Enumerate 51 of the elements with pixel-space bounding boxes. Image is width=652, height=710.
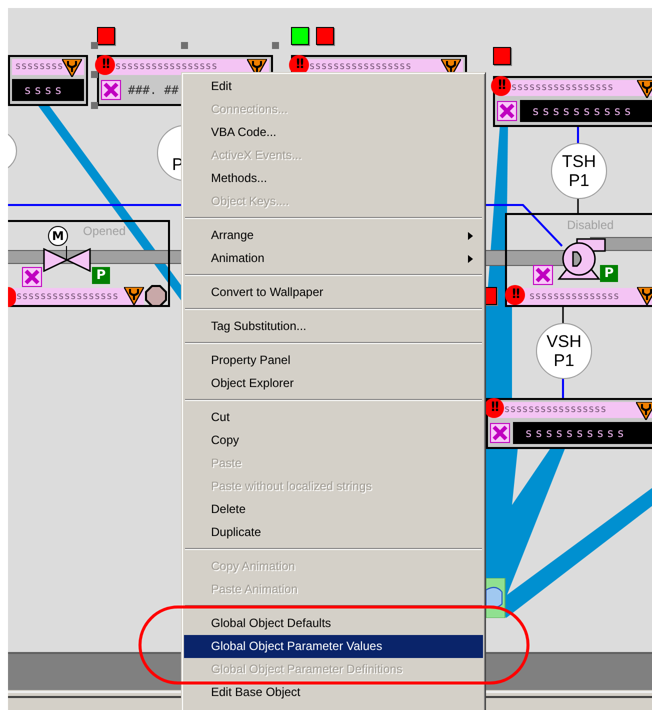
menu-item[interactable]: Methods... [184, 167, 483, 190]
selection-handle[interactable] [272, 42, 279, 49]
menu-item[interactable]: Arrange [184, 224, 483, 247]
tag-text: sssssssssssssssss [16, 291, 118, 302]
tag-text: sssssssssssssssss [115, 61, 218, 72]
motor-label: M [48, 226, 68, 246]
tag-text: sssssssssssssssss [504, 404, 606, 415]
menu-item[interactable]: Edit Base Object [184, 681, 483, 704]
alarm-badge: !! [484, 398, 504, 418]
menu-item[interactable]: Property Panel [184, 349, 483, 372]
valve-icon [43, 248, 91, 272]
instrument-label: P1 [568, 171, 590, 190]
tag-text: ssssssss [15, 61, 64, 72]
menu-item[interactable]: VBA Code... [184, 121, 483, 144]
alarm-badge: !! [95, 55, 115, 75]
instrument-label: VSH [546, 332, 582, 351]
cylinder-icon[interactable] [486, 578, 506, 618]
menu-item[interactable]: Copy [184, 429, 483, 452]
value-display: ###. ## [127, 82, 180, 99]
selection-handle[interactable] [91, 102, 98, 109]
p-label: P [600, 265, 618, 282]
menu-item[interactable]: Edit [184, 75, 483, 98]
status-label: Disabled [567, 218, 614, 232]
status-label: Opened [83, 224, 126, 238]
alarm-badge: !! [491, 76, 511, 96]
alarm-badge: !! [505, 285, 525, 305]
instrument-label: TSH [562, 152, 596, 171]
selection-handle[interactable] [181, 42, 188, 49]
menu-item[interactable]: Object Explorer [184, 372, 483, 395]
signal-line [562, 377, 564, 398]
p-label: P [92, 267, 110, 284]
tag-text: sssssssssssssssss [309, 61, 412, 72]
tag-text: sssssssssssssssss [511, 82, 614, 93]
selection-handle[interactable] [91, 71, 98, 78]
menu-item[interactable]: Animation [184, 247, 483, 270]
menu-item[interactable]: Global Object Defaults [184, 612, 483, 635]
value-display: ssssssssss [513, 422, 652, 444]
value-display: ssss [12, 79, 84, 101]
menu-item[interactable]: Cut [184, 406, 483, 429]
signal-line [577, 124, 579, 143]
menu-item[interactable]: Convert to Wallpaper [184, 281, 483, 304]
instrument-label: P1 [554, 351, 574, 370]
menu-item[interactable]: Tag Substitution... [184, 315, 483, 338]
value-display: ssssssssss [520, 100, 652, 122]
x-mark-icon [533, 265, 553, 285]
selection-handle[interactable] [91, 42, 98, 49]
menu-item[interactable]: Delete [184, 498, 483, 521]
wrench-icon [62, 59, 82, 77]
menu-item[interactable]: Global Object Parameter Values [184, 635, 483, 658]
tag-text: sssssssssssssss [529, 291, 620, 302]
menu-item[interactable]: Duplicate [184, 521, 483, 544]
